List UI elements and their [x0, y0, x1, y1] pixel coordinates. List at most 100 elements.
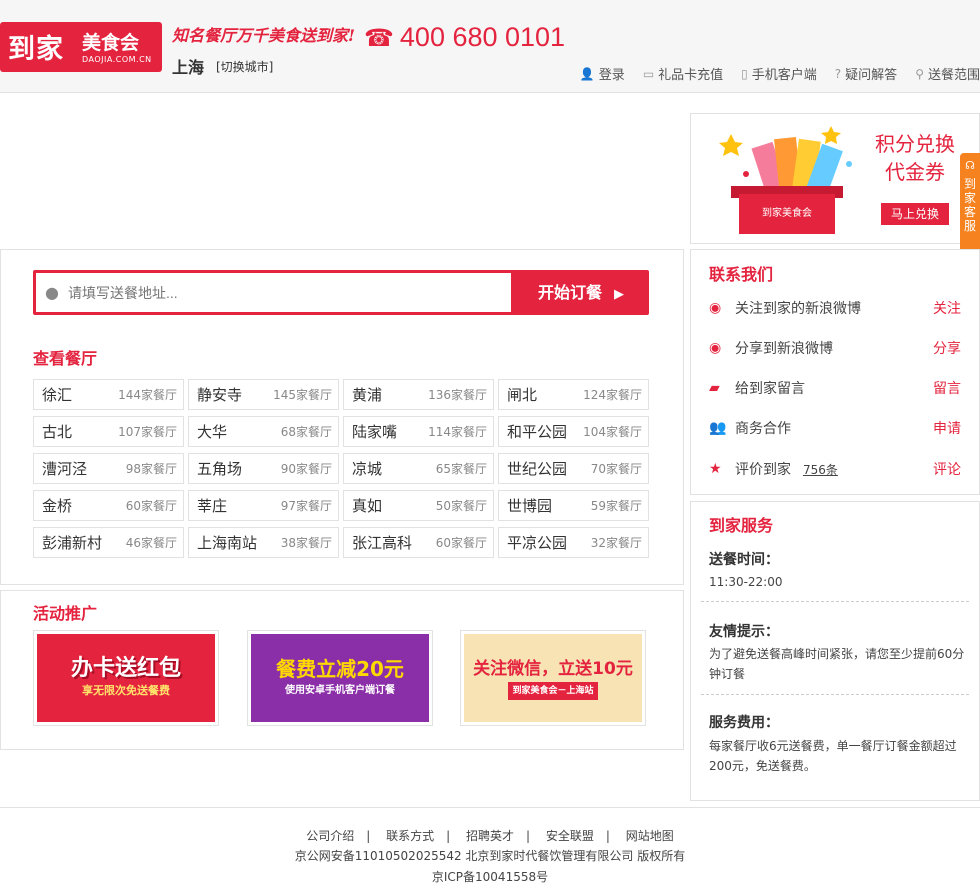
message-link[interactable]: 留言	[933, 378, 961, 398]
district-count: 136家餐厅	[428, 388, 487, 402]
nav-delivery-area[interactable]: ⚲ 送餐范围	[915, 64, 980, 84]
nav-login[interactable]: 👤 登录	[579, 64, 625, 84]
points-exchange-banner[interactable]: 到家美食会 积分兑换 代金券 马上兑换	[690, 113, 980, 244]
follow-link[interactable]: 关注	[933, 298, 961, 318]
district-name: 彭浦新村	[42, 534, 103, 552]
district-item[interactable]: 静安寺 145家餐厅	[188, 379, 339, 410]
district-item[interactable]: 上海南站 38家餐厅	[188, 527, 339, 558]
footer-separator: |	[526, 829, 531, 843]
divider	[701, 694, 969, 695]
logo-main-text: 到家	[8, 34, 64, 65]
district-item[interactable]: 张江高科 60家餐厅	[343, 527, 494, 558]
review-count-link[interactable]: 756条	[803, 461, 838, 478]
phone-icon: ☎	[364, 25, 394, 52]
nav-label: 登录	[598, 68, 625, 83]
district-count: 68家餐厅	[280, 425, 332, 439]
district-item[interactable]: 古北 107家餐厅	[33, 416, 184, 447]
district-name: 五角场	[197, 460, 243, 478]
exchange-now-button[interactable]: 马上兑换	[881, 203, 949, 225]
footer-link-about[interactable]: 公司介绍	[306, 829, 354, 843]
nav-label: 礼品卡充值	[658, 68, 724, 83]
service-panel: 到家服务 送餐时间： 11:30-22:00 友情提示： 为了避免送餐高峰时间紧…	[690, 501, 980, 801]
banner-title: 积分兑换 代金券	[875, 130, 955, 186]
district-count: 145家餐厅	[273, 388, 332, 402]
district-name: 张江高科	[352, 534, 413, 552]
card-icon: ▭	[642, 66, 655, 81]
delivery-time-label: 送餐时间：	[709, 552, 779, 568]
side-tab-label: 到家客服	[964, 177, 977, 233]
promo-card-wechat[interactable]: 关注微信，立送10元 到家美食会－上海站	[460, 630, 646, 726]
district-item[interactable]: 五角场 90家餐厅	[188, 453, 339, 484]
logo-domain: DAOJIA.COM.CN	[82, 55, 152, 64]
start-order-label: 开始订餐	[538, 283, 603, 302]
footer-link-sitemap[interactable]: 网站地图	[626, 829, 674, 843]
delivery-time-value: 11:30-22:00	[709, 575, 783, 589]
district-item[interactable]: 平凉公园 32家餐厅	[498, 527, 649, 558]
contact-label: 关注到家的新浪微博	[735, 301, 861, 317]
contact-panel: 联系我们 ◉ 关注到家的新浪微博 关注 ◉ 分享到新浪微博 分享 ▰ 给到家留言 留言 👥 商…	[690, 249, 980, 495]
contact-label: 评价到家	[735, 462, 791, 478]
promo-headline: 餐费立减20元	[276, 657, 404, 681]
district-item[interactable]: 和平公园 104家餐厅	[498, 416, 649, 447]
district-count: 144家餐厅	[118, 388, 177, 402]
district-item[interactable]: 世纪公园 70家餐厅	[498, 453, 649, 484]
contact-label: 商务合作	[735, 421, 791, 437]
order-panel: ● 开始订餐▶ 查看餐厅 徐汇144家餐厅静安寺145家餐厅黄浦136家餐厅闸北…	[0, 249, 684, 585]
apply-link[interactable]: 申请	[933, 418, 961, 438]
district-count: 60家餐厅	[435, 536, 487, 550]
contact-title: 联系我们	[709, 265, 774, 284]
switch-city-link[interactable]: [切换城市]	[216, 58, 273, 75]
district-name: 和平公园	[507, 423, 568, 441]
star-icon: ★	[709, 461, 722, 477]
promo-sub: 享无限次免送餐费	[81, 684, 170, 697]
district-item[interactable]: 彭浦新村 46家餐厅	[33, 527, 184, 558]
address-input[interactable]	[36, 273, 511, 312]
district-item[interactable]: 金桥 60家餐厅	[33, 490, 184, 521]
district-item[interactable]: 凉城 65家餐厅	[343, 453, 494, 484]
promo-headline: 办卡送红包	[70, 656, 181, 681]
district-item[interactable]: 大华 68家餐厅	[188, 416, 339, 447]
district-name: 真如	[352, 497, 383, 515]
promotions-title: 活动推广	[33, 604, 98, 623]
site-footer: 公司介绍 | 联系方式 | 招聘英才 | 安全联盟 | 网站地图 京公网安备110105…	[0, 807, 980, 891]
footer-link-security[interactable]: 安全联盟	[546, 829, 594, 843]
district-count: 124家餐厅	[583, 388, 642, 402]
nav-faq[interactable]: ? 疑问解答	[835, 64, 897, 84]
district-item[interactable]: 真如 50家餐厅	[343, 490, 494, 521]
district-item[interactable]: 黄浦 136家餐厅	[343, 379, 494, 410]
user-icon: 👤	[579, 66, 595, 81]
share-link[interactable]: 分享	[933, 338, 961, 358]
footer-link-jobs[interactable]: 招聘英才	[466, 829, 514, 843]
headset-icon: ☊	[965, 159, 975, 172]
district-item[interactable]: 漕河泾 98家餐厅	[33, 453, 184, 484]
contact-row-business: 👥 商务合作 申请	[709, 418, 961, 438]
nav-gift-card[interactable]: ▭ 礼品卡充值	[642, 64, 724, 84]
district-item[interactable]: 陆家嘴 114家餐厅	[343, 416, 494, 447]
district-item[interactable]: 莘庄 97家餐厅	[188, 490, 339, 521]
district-item[interactable]: 徐汇 144家餐厅	[33, 379, 184, 410]
footer-icp: 京ICP备10041558号	[431, 870, 549, 884]
address-search: ● 开始订餐 ▶	[33, 270, 649, 315]
footer-link-contact[interactable]: 联系方式	[386, 829, 434, 843]
fee-label: 服务费用：	[709, 715, 779, 731]
promo-image: 关注微信，立送10元 到家美食会－上海站	[464, 634, 642, 722]
start-order-button[interactable]: 开始订餐 ▶	[511, 270, 649, 315]
promo-card-discount[interactable]: 餐费立减20元 使用安卓手机客户端订餐	[247, 630, 433, 726]
district-count: 114家餐厅	[428, 425, 487, 439]
district-count: 50家餐厅	[435, 499, 487, 513]
district-item[interactable]: 世博园 59家餐厅	[498, 490, 649, 521]
service-title: 到家服务	[709, 516, 774, 535]
nav-mobile-app[interactable]: ▯ 手机客户端	[741, 64, 817, 84]
gift-box: 到家美食会	[739, 194, 835, 234]
arrow-right-icon: ▶	[614, 287, 625, 302]
site-logo[interactable]: 到家 美食会 DAOJIA.COM.CN	[0, 22, 162, 72]
restaurants-title: 查看餐厅	[33, 349, 98, 368]
promo-image: 餐费立减20元 使用安卓手机客户端订餐	[251, 634, 429, 722]
district-name: 漕河泾	[42, 460, 88, 478]
review-link[interactable]: 评论	[933, 459, 961, 479]
contact-label: 给到家留言	[735, 381, 805, 397]
district-item[interactable]: 闸北 124家餐厅	[498, 379, 649, 410]
promo-card-membership[interactable]: 办卡送红包享无限次免送餐费	[33, 630, 219, 726]
district-count: 65家餐厅	[435, 462, 487, 476]
banner-title-line: 代金券	[885, 160, 945, 184]
